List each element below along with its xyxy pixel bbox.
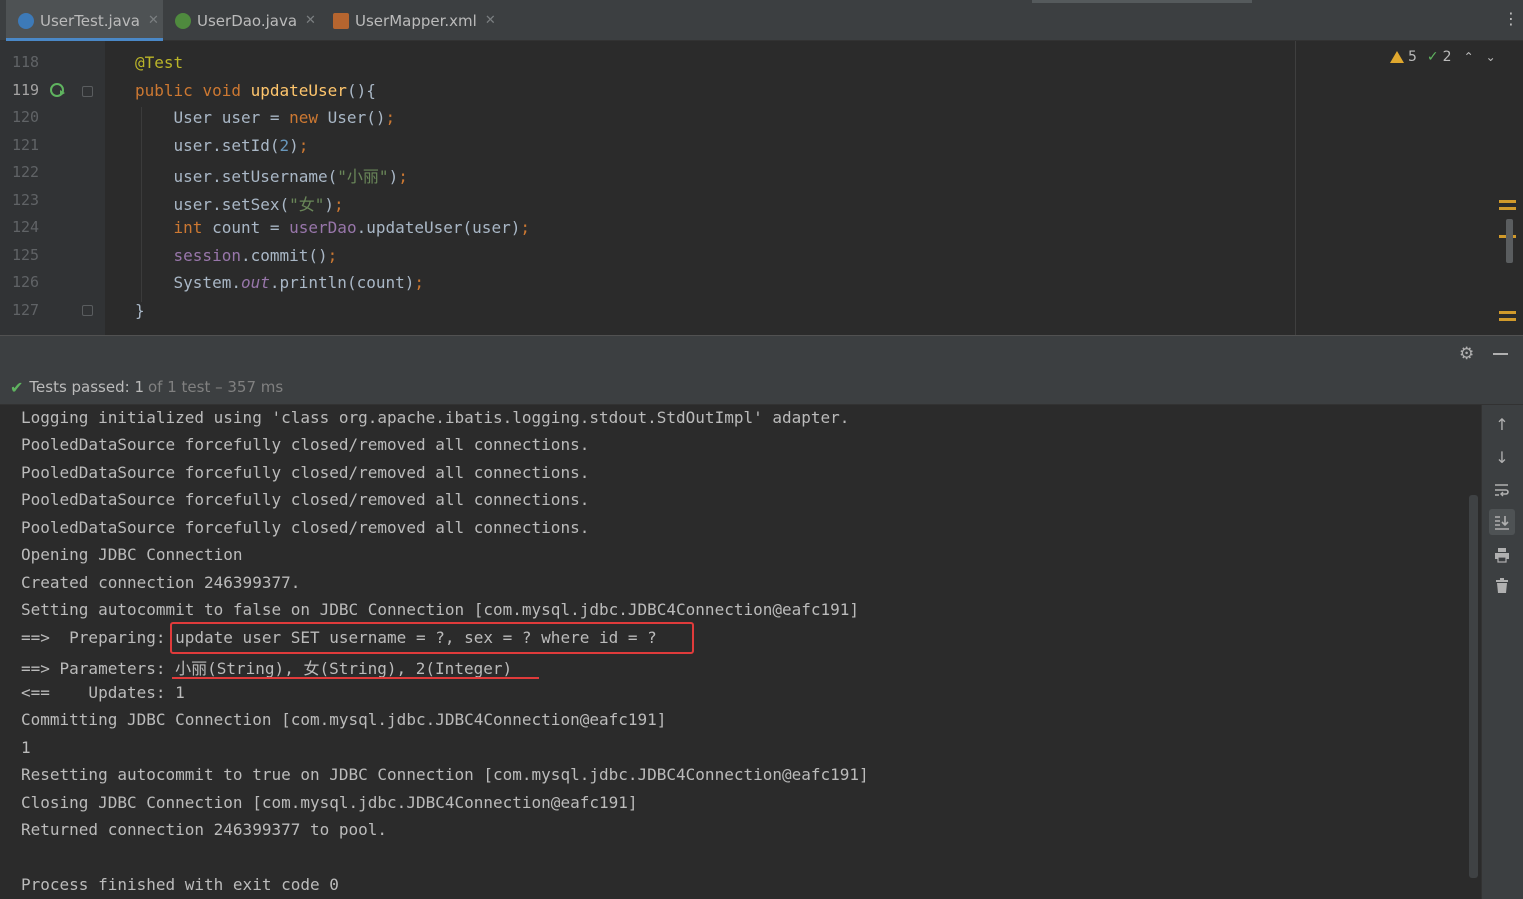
print-icon[interactable]	[1489, 542, 1515, 568]
gear-icon[interactable]: ⚙	[1459, 344, 1474, 364]
code-line: int count = userDao.updateUser(user);	[173, 218, 530, 237]
tab-userdao[interactable]: UserDao.java ✕	[163, 0, 323, 41]
console-output[interactable]: Logging initialized using 'class org.apa…	[0, 405, 1481, 899]
warning-marker[interactable]	[1499, 207, 1516, 210]
warning-icon	[1390, 51, 1404, 63]
line-number: 125	[12, 246, 40, 264]
code-line: user.setId(2);	[135, 136, 309, 155]
line-number: 127	[12, 301, 40, 319]
editor-tab-bar: UserTest.java ✕ UserDao.java ✕ UserMappe…	[0, 0, 1523, 41]
code-line: public void updateUser(){	[135, 81, 376, 100]
test-status-bar: ✔ Tests passed: 1 of 1 test – 357 ms	[0, 370, 1523, 405]
trash-icon[interactable]	[1489, 573, 1515, 599]
arrow-down-icon[interactable]: ↓	[1489, 444, 1515, 470]
chevron-up-icon[interactable]: ⌃	[1464, 50, 1474, 64]
console-line: <== Updates: 1	[21, 683, 185, 702]
weak-warning-icon: ✓	[1426, 49, 1439, 65]
warning-count: 5	[1408, 49, 1417, 65]
close-icon[interactable]: ✕	[148, 13, 159, 28]
tab-usermapper[interactable]: UserMapper.xml ✕	[323, 0, 503, 41]
line-number-gutter: 118 119 120 121 122 123 124 125 126 127	[0, 41, 105, 335]
console-line: PooledDataSource forcefully closed/remov…	[21, 490, 590, 509]
console-line: Logging initialized using 'class org.apa…	[21, 408, 850, 427]
console-line: ==> Parameters: 小丽(String), 女(String), 2…	[21, 659, 513, 678]
arrow-up-icon[interactable]: ↑	[1489, 411, 1515, 437]
console-scrollbar[interactable]	[1469, 495, 1478, 878]
fold-icon[interactable]	[82, 305, 93, 316]
console-line: Resetting autocommit to true on JDBC Con…	[21, 765, 869, 784]
warning-marker[interactable]	[1499, 311, 1516, 314]
code-line: user.setUsername("小丽");	[135, 167, 408, 186]
console-line: 1	[21, 738, 31, 757]
code-line: session.commit();	[173, 246, 338, 265]
java-interface-icon	[175, 12, 191, 29]
scroll-to-end-icon[interactable]	[1489, 509, 1515, 535]
warning-marker[interactable]	[1499, 318, 1516, 321]
code-line: System.out.println(count);	[135, 273, 425, 292]
check-icon: ✔	[10, 377, 24, 397]
highlight-underline	[172, 677, 539, 679]
warning-marker[interactable]	[1499, 200, 1516, 203]
run-test-icon[interactable]	[50, 82, 66, 98]
highlight-box	[170, 622, 694, 654]
tab-usertest[interactable]: UserTest.java ✕	[6, 0, 163, 41]
inspection-widget[interactable]: 5 ✓ 2 ⌃ ⌄	[1390, 49, 1496, 65]
soft-wrap-icon[interactable]	[1489, 477, 1515, 503]
line-number: 124	[12, 218, 40, 236]
close-icon[interactable]: ✕	[305, 13, 316, 28]
right-margin-guide	[1295, 41, 1296, 335]
scroll-indicator	[1032, 0, 1252, 3]
editor-scrollbar[interactable]	[1506, 219, 1513, 263]
line-number: 121	[12, 136, 40, 154]
console-line: Created connection 246399377.	[21, 573, 301, 592]
code-line: @Test	[135, 53, 184, 72]
code-line: user.setSex("女");	[135, 195, 344, 214]
minimize-icon[interactable]	[1493, 353, 1508, 355]
line-number: 126	[12, 273, 40, 291]
console-toolbar: ↑ ↓	[1481, 405, 1523, 899]
tests-detail: of 1 test – 357 ms	[148, 378, 284, 396]
run-tool-header: ⚙	[0, 335, 1523, 370]
console-line: PooledDataSource forcefully closed/remov…	[21, 435, 590, 454]
code-line: User user = new User();	[135, 108, 396, 127]
console-line: Closing JDBC Connection [com.mysql.jdbc.…	[21, 793, 638, 812]
console-line: PooledDataSource forcefully closed/remov…	[21, 463, 590, 482]
console-line: Setting autocommit to false on JDBC Conn…	[21, 600, 860, 619]
line-number: 119	[12, 81, 40, 99]
close-icon[interactable]: ✕	[485, 13, 496, 28]
java-class-icon	[18, 12, 34, 29]
tab-label: UserDao.java	[197, 11, 298, 30]
console-line: Opening JDBC Connection	[21, 545, 243, 564]
code-editor[interactable]: 118 119 120 121 122 123 124 125 126 127 …	[0, 41, 1523, 335]
more-options-icon[interactable]: ⋮	[1503, 11, 1519, 27]
tab-label: UserTest.java	[40, 11, 140, 30]
console-line: Returned connection 246399377 to pool.	[21, 820, 388, 839]
console-line: Process finished with exit code 0	[21, 875, 339, 894]
code-line: }	[135, 301, 145, 320]
line-number: 118	[12, 53, 40, 71]
tab-label: UserMapper.xml	[355, 11, 477, 30]
line-number: 122	[12, 163, 40, 181]
console-line: Committing JDBC Connection [com.mysql.jd…	[21, 710, 667, 729]
weak-warning-count: 2	[1442, 49, 1452, 65]
line-number: 120	[12, 108, 40, 126]
chevron-down-icon[interactable]: ⌄	[1486, 50, 1496, 64]
tests-passed-label: Tests passed: 1	[29, 378, 144, 396]
fold-icon[interactable]	[82, 86, 93, 97]
xml-file-icon	[333, 12, 349, 29]
console-line: PooledDataSource forcefully closed/remov…	[21, 518, 590, 537]
line-number: 123	[12, 191, 40, 209]
